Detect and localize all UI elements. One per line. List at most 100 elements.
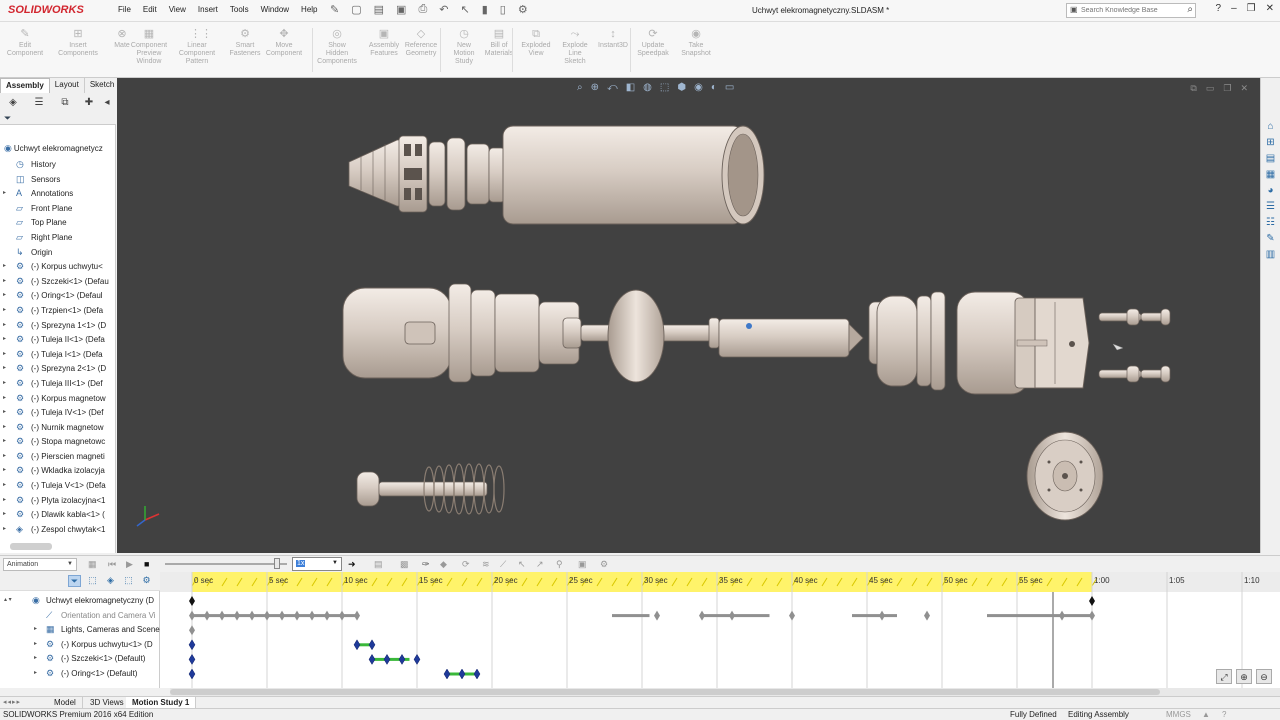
viewport-minimize-icon[interactable]: ▭	[1206, 83, 1215, 94]
expand-arrow-icon[interactable]: ▸	[34, 640, 37, 647]
dimxpert-tab-icon[interactable]: ✚	[80, 97, 98, 111]
sleeve-rings-part[interactable]	[428, 137, 506, 211]
motion-tree-row[interactable]: ▸ ⚙ (-) Szczeki<1> (Default)	[0, 652, 160, 666]
solidworks-resources-icon[interactable]: ⌂	[1264, 120, 1278, 133]
tree-item[interactable]: ▸ ⚙ (-) Stopa magnetowc	[0, 435, 116, 450]
change-bar[interactable]	[987, 614, 1092, 618]
key-point[interactable]	[204, 610, 210, 621]
key-point[interactable]	[249, 610, 255, 621]
move-component-button[interactable]: ✥ Move Component	[261, 28, 307, 58]
key-point[interactable]	[309, 610, 315, 621]
playback-mode-icon[interactable]: ➜	[348, 559, 356, 570]
motion-tree-row[interactable]: ⟋ Orientation and Camera Vi	[0, 609, 160, 623]
timeline-svg[interactable]: 0 sec 5 sec 10 sec 15 sec 20 sec 25 sec 30 sec…	[160, 572, 1280, 688]
help-icon[interactable]: ?	[1216, 3, 1222, 14]
tree-item[interactable]: ▸ ⚙ (-) Pierscien magneti	[0, 450, 116, 465]
tree-item[interactable]: ▸ ⚙ (-) Sprezyna 2<1> (D	[0, 362, 116, 377]
rebuild-icon[interactable]: ▮	[482, 3, 488, 16]
playback-speed-select[interactable]: 1x ▼	[292, 557, 342, 571]
expand-arrow-icon[interactable]: ▸	[3, 350, 6, 357]
forum-icon[interactable]: ☷	[1264, 216, 1278, 229]
key-point[interactable]	[473, 668, 481, 680]
key-point[interactable]	[398, 653, 406, 665]
expand-arrow-icon[interactable]: ▸	[3, 262, 6, 269]
tab-layout[interactable]: Layout	[50, 78, 85, 93]
key-point[interactable]	[234, 610, 240, 621]
expand-arrow-icon[interactable]: ▸	[3, 364, 6, 371]
force-icon[interactable]: ↗	[536, 559, 544, 570]
spring-icon[interactable]: ≋	[482, 559, 490, 570]
key-point[interactable]	[458, 668, 466, 680]
expand-arrow-icon[interactable]: ▸	[3, 306, 6, 313]
key-point[interactable]	[924, 610, 930, 621]
key-point[interactable]	[189, 610, 195, 621]
magnet-body-part[interactable]	[868, 291, 1040, 395]
motion-tree-row[interactable]: ▸ ⚙ (-) Oring<1> (Default)	[0, 667, 160, 681]
expand-arrow-icon[interactable]: ▴ ▾	[4, 596, 12, 603]
select-icon[interactable]: ↖	[460, 3, 469, 16]
calculate-icon[interactable]: ▦	[88, 559, 97, 570]
tree-item[interactable]: ▸ ⚙ (-) Tuleja V<1> (Defa	[0, 479, 116, 494]
filter-results-icon[interactable]: ⬚	[122, 575, 135, 587]
tree-item[interactable]: ▸ ⚙ (-) Dlawik kabla<1> (	[0, 508, 116, 523]
key-point[interactable]	[188, 639, 196, 651]
menu-file[interactable]: File	[118, 5, 131, 14]
restore-icon[interactable]: ❐	[1247, 3, 1256, 14]
change-bar[interactable]	[852, 614, 897, 618]
change-bar[interactable]	[612, 614, 650, 618]
property-manager-tab-icon[interactable]: ☰	[30, 97, 48, 111]
key-point[interactable]	[699, 610, 705, 621]
viewport-close-icon[interactable]: ✕	[1240, 83, 1248, 94]
key-point[interactable]	[188, 653, 196, 665]
previous-view-icon[interactable]: ⤺	[607, 82, 618, 93]
file-properties-icon[interactable]: ▯	[500, 3, 506, 16]
key-point[interactable]	[219, 610, 225, 621]
filter-all-icon[interactable]: ⚙	[140, 575, 153, 587]
component-preview-button[interactable]: ▦ Component Preview Window	[126, 28, 172, 66]
collet-jaws-part[interactable]	[348, 135, 428, 213]
key-point[interactable]	[368, 653, 376, 665]
motor-icon[interactable]: ⟳	[462, 559, 470, 570]
expand-arrow-icon[interactable]: ▸	[3, 321, 6, 328]
motion-tree-row[interactable]: ▴ ▾ ◉ Uchwyt elekromagnetyczny (D	[0, 594, 160, 608]
status-info-icon[interactable]: ?	[1222, 710, 1226, 719]
status-dropdown-icon[interactable]: ▲	[1202, 710, 1210, 719]
key-point[interactable]	[789, 610, 795, 621]
key-point[interactable]	[654, 610, 660, 621]
tree-item[interactable]: ◷ History	[0, 158, 116, 173]
expand-arrow-icon[interactable]: ▸	[34, 625, 37, 632]
change-bar[interactable]	[702, 614, 770, 618]
menu-window[interactable]: Window	[261, 5, 289, 14]
key-point[interactable]	[729, 610, 735, 621]
update-speedpak-button[interactable]: ⟳ Update Speedpak	[630, 28, 676, 58]
motion-timeline[interactable]: 0 sec 5 sec 10 sec 15 sec 20 sec 25 sec 30 sec…	[160, 572, 1280, 688]
toolbox-icon[interactable]: ✎	[1264, 232, 1278, 245]
expand-arrow-icon[interactable]: ▸	[3, 408, 6, 415]
tree-item[interactable]: ▸ ⚙ (-) Tuleja III<1> (Def	[0, 377, 116, 392]
expand-arrow-icon[interactable]: ▸	[3, 291, 6, 298]
timeline-horizontal-scrollbar[interactable]	[170, 688, 1280, 696]
tree-item[interactable]: ▸ ⚙ (-) Korpus magnetow	[0, 392, 116, 407]
minimize-icon[interactable]: –	[1231, 3, 1237, 14]
graphics-area[interactable]: ⌕ ⊕ ⤺ ◧ ◍ ⬚ ⬢ ◉ ◐ ▭ ⧉ ▭ ❐ ✕	[117, 78, 1260, 553]
tree-item[interactable]: ▸ ⚙ (-) Nurnik magnetow	[0, 421, 116, 436]
tree-item[interactable]: ▸ ⚙ (-) Trzpien<1> (Defa	[0, 304, 116, 319]
apply-scene-icon[interactable]: ▭	[725, 82, 734, 93]
tree-item[interactable]: ▱ Top Plane	[0, 216, 116, 231]
key-point[interactable]	[189, 596, 195, 606]
key-point[interactable]	[294, 610, 300, 621]
edit-appearance-icon[interactable]: ◐	[711, 82, 717, 93]
units-status[interactable]: MMGS	[1166, 710, 1191, 719]
menu-tools[interactable]: Tools	[230, 5, 249, 14]
take-snapshot-button[interactable]: ◉ Take Snapshot	[673, 28, 719, 58]
options-gear-icon[interactable]: ⚙	[518, 3, 528, 16]
menu-insert[interactable]: Insert	[198, 5, 218, 14]
expand-arrow-icon[interactable]: ▸	[3, 335, 6, 342]
insert-components-button[interactable]: ⊞ Insert Components	[55, 28, 101, 58]
filter-icon[interactable]: ⏷	[4, 113, 11, 124]
key-point[interactable]	[1089, 610, 1095, 621]
expand-arrow-icon[interactable]: ▸	[3, 510, 6, 517]
dynamic-annotation-icon[interactable]: ◍	[643, 82, 652, 93]
file-explorer-icon[interactable]: ▤	[1264, 152, 1278, 165]
panel-expand-icon[interactable]: ◂	[98, 97, 116, 111]
